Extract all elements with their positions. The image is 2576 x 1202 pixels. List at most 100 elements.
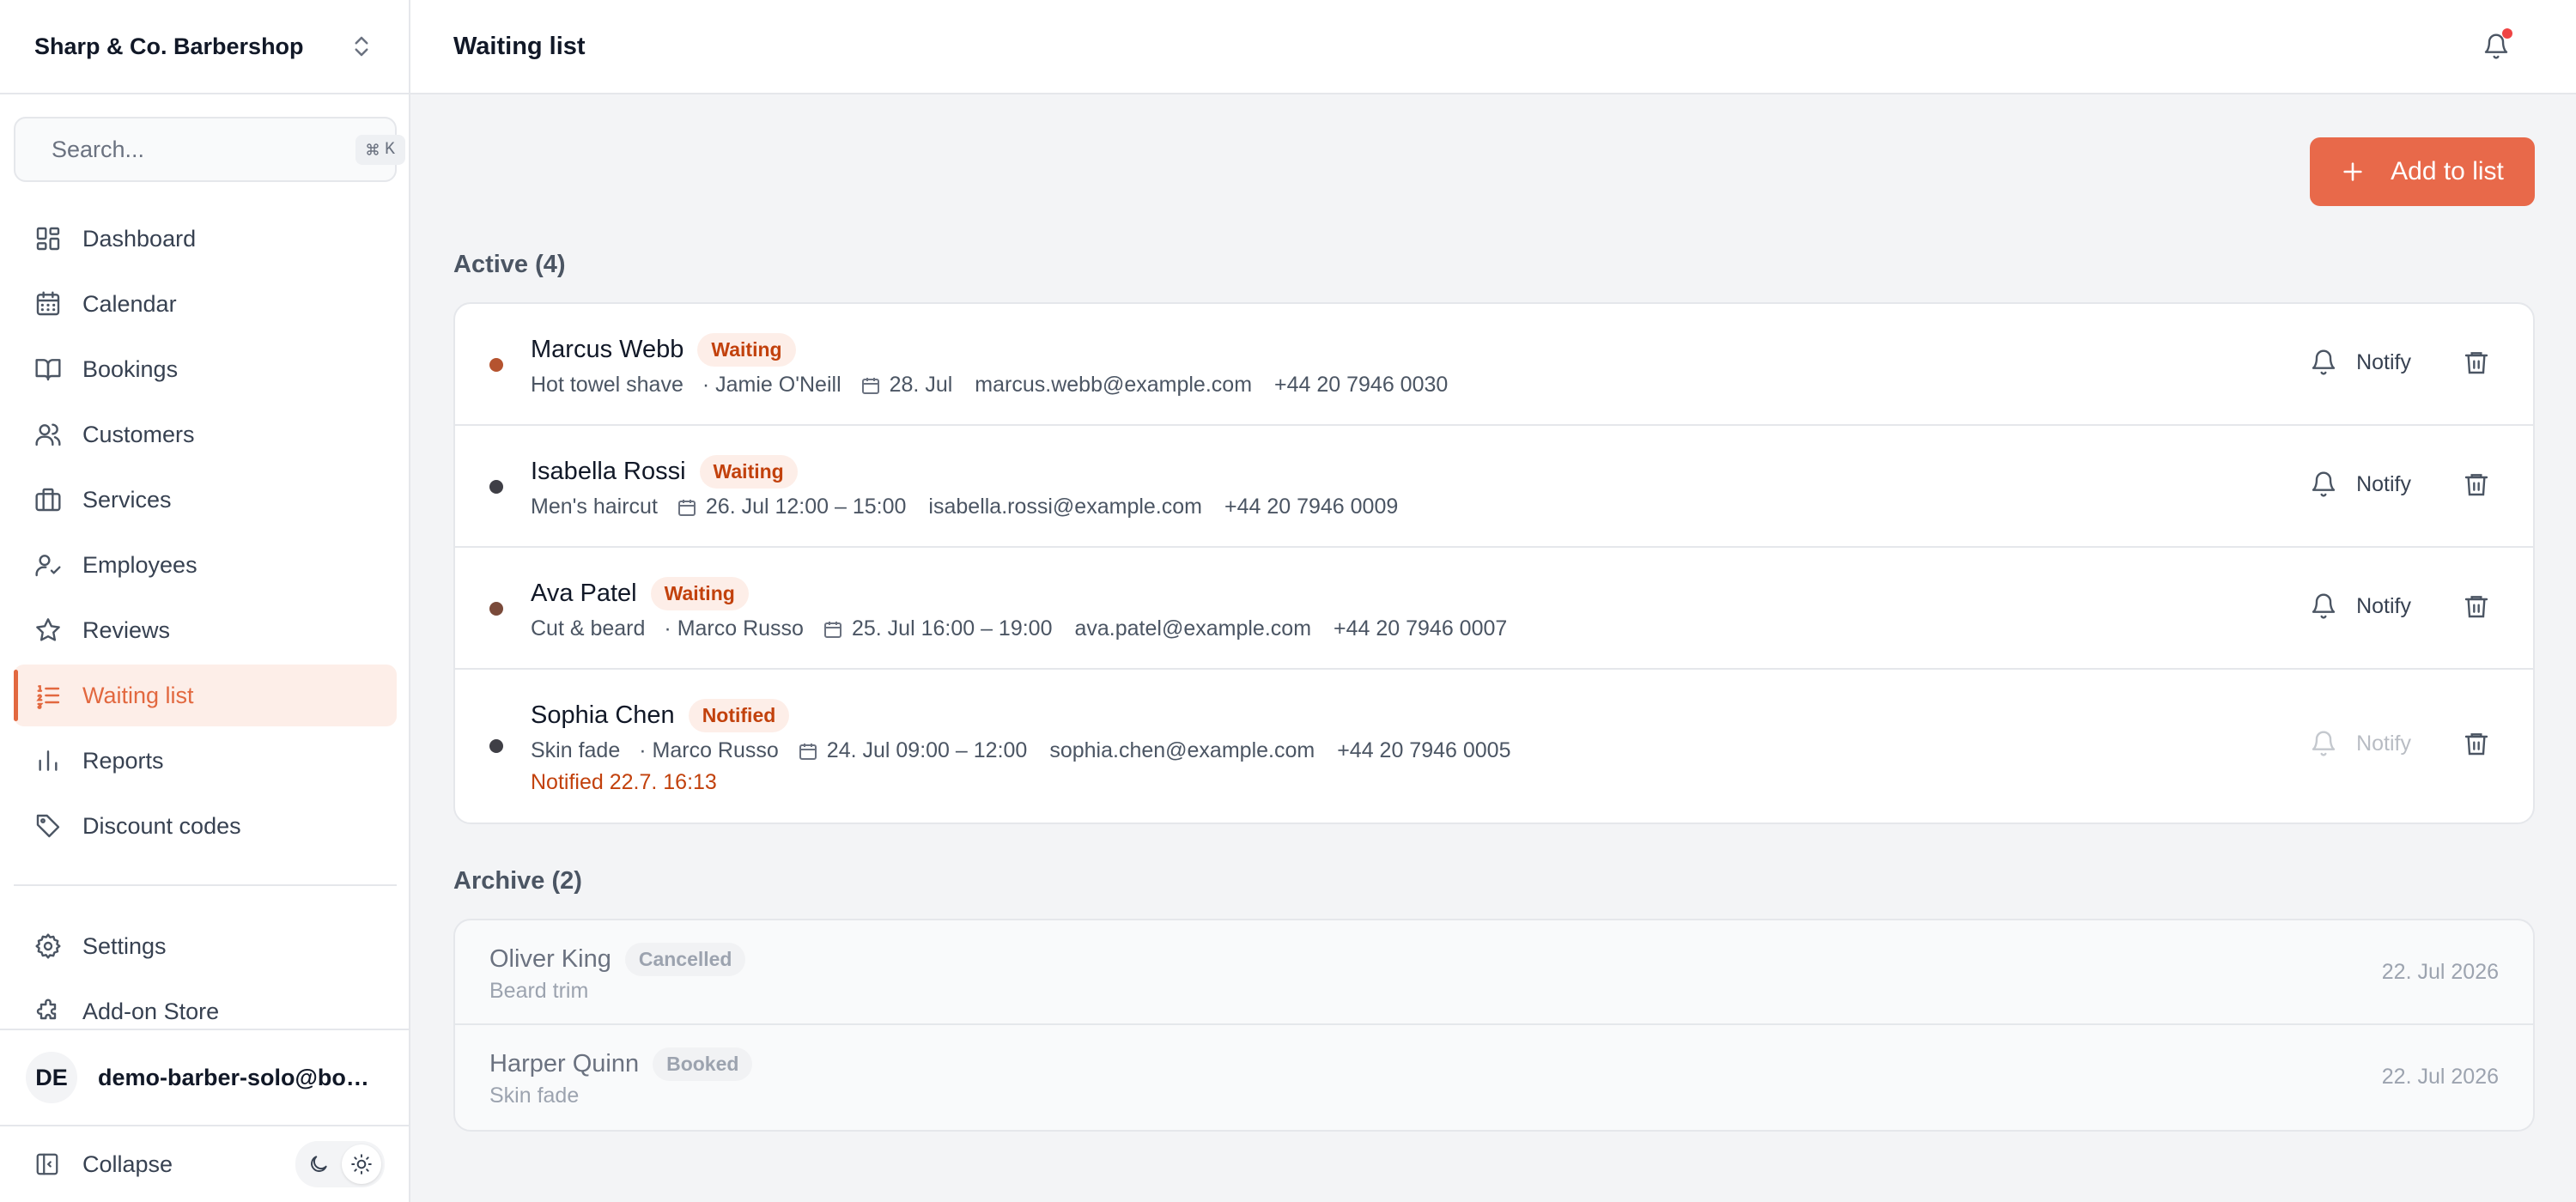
notify-button[interactable]: Notify xyxy=(2310,730,2411,757)
customer-email: isabella.rossi@example.com xyxy=(928,495,1202,519)
employee-name: · Jamie O'Neill xyxy=(702,373,841,397)
requested-date: 26. Jul 12:00 – 15:00 xyxy=(705,495,907,519)
dark-mode-button[interactable] xyxy=(299,1144,338,1184)
sidebar-item-label: Dashboard xyxy=(82,225,197,252)
customer-name: Ava Patel xyxy=(531,579,637,607)
sidebar-item-dashboard[interactable]: Dashboard xyxy=(14,208,397,270)
trash-icon[interactable] xyxy=(2463,349,2490,376)
list-item: Isabella Rossi Waiting Men's haircut 26.… xyxy=(455,426,2533,548)
trash-icon[interactable] xyxy=(2463,730,2490,757)
notify-button[interactable]: Notify xyxy=(2310,470,2411,498)
collapse-label: Collapse xyxy=(82,1150,173,1177)
theme-toggle xyxy=(295,1141,385,1187)
customer-phone: +44 20 7946 0009 xyxy=(1224,495,1399,519)
bell-icon xyxy=(2312,731,2336,756)
customer-name: Marcus Webb xyxy=(531,335,684,363)
sidebar-item-bookings[interactable]: Bookings xyxy=(14,338,397,400)
collapse-button[interactable]: Collapse xyxy=(34,1151,295,1178)
search-box[interactable]: K xyxy=(14,117,406,182)
service-name: Beard trim xyxy=(489,979,589,1003)
status-dot xyxy=(489,358,503,372)
archive-list: Oliver King Cancelled Beard trim 22. Jul… xyxy=(453,919,2535,1132)
list-item: Oliver King Cancelled Beard trim 22. Jul… xyxy=(455,920,2533,1025)
puzzle-icon xyxy=(36,999,57,1020)
sidebar-item-services[interactable]: Services xyxy=(14,469,397,531)
notify-label: Notify xyxy=(2356,349,2411,374)
status-dot xyxy=(489,602,503,616)
user-menu[interactable]: DE demo-barber-solo@booking.example xyxy=(0,1029,409,1126)
tag-icon xyxy=(36,814,60,838)
service-name: Men's haircut xyxy=(531,495,658,519)
sidebar-item-reports[interactable]: Reports xyxy=(14,730,397,792)
status-dot xyxy=(489,480,503,494)
add-to-list-button[interactable]: Add to list xyxy=(2310,137,2535,206)
nav-divider xyxy=(14,884,397,886)
light-mode-button[interactable] xyxy=(342,1144,381,1184)
shortcut-key: K xyxy=(385,139,396,160)
sidebar-item-employees[interactable]: Employees xyxy=(14,534,397,596)
gear-icon xyxy=(35,933,61,959)
archive-date: 22. Jul 2026 xyxy=(2381,960,2499,984)
command-icon xyxy=(367,143,379,155)
sidebar-item-customers[interactable]: Customers xyxy=(14,404,397,465)
page-title: Waiting list xyxy=(453,32,586,60)
add-to-list-label: Add to list xyxy=(2391,157,2504,185)
sun-icon xyxy=(351,1154,372,1175)
sidebar-item-label: Waiting list xyxy=(82,682,194,708)
main-nav: Dashboard Calendar Bookings Customers Se… xyxy=(14,208,397,860)
calendar-icon xyxy=(861,377,879,394)
list-item: Sophia Chen Notified Skin fade · Marco R… xyxy=(455,670,2533,823)
customer-phone: +44 20 7946 0030 xyxy=(1274,373,1449,397)
sidebar-item-settings[interactable]: Settings xyxy=(14,915,397,977)
notifications-button[interactable] xyxy=(2476,27,2516,66)
requested-date: 28. Jul xyxy=(889,373,953,397)
notify-label: Notify xyxy=(2356,593,2411,618)
customer-phone: +44 20 7946 0005 xyxy=(1337,738,1511,762)
sidebar-item-discount-codes[interactable]: Discount codes xyxy=(14,795,397,857)
sidebar-item-label: Reviews xyxy=(82,616,171,643)
sidebar-item-label: Customers xyxy=(82,421,195,447)
service-name: Skin fade xyxy=(531,738,621,762)
notification-dot xyxy=(2502,28,2512,39)
sidebar-item-label: Employees xyxy=(82,551,197,578)
trash-icon[interactable] xyxy=(2463,592,2490,620)
status-badge: Notified xyxy=(688,698,790,732)
customer-email: marcus.webb@example.com xyxy=(975,373,1253,397)
trash-icon[interactable] xyxy=(2463,470,2490,498)
employee-name: · Marco Russo xyxy=(639,738,779,762)
users-icon xyxy=(35,423,61,446)
sidebar-item-calendar[interactable]: Calendar xyxy=(14,273,397,335)
search-input[interactable] xyxy=(52,136,355,163)
service-name: Skin fade xyxy=(489,1084,580,1108)
status-badge: Waiting xyxy=(697,332,796,367)
sidebar-item-label: Reports xyxy=(82,747,164,774)
calendar-icon xyxy=(36,291,60,316)
notify-label: Notify xyxy=(2356,731,2411,756)
book-icon xyxy=(35,359,61,381)
list-item: Harper Quinn Booked Skin fade 22. Jul 20… xyxy=(455,1025,2533,1130)
requested-date: 25. Jul 16:00 – 19:00 xyxy=(851,616,1053,640)
customer-email: sophia.chen@example.com xyxy=(1049,738,1315,762)
requested-date: 24. Jul 09:00 – 12:00 xyxy=(826,738,1028,762)
notify-button[interactable]: Notify xyxy=(2310,349,2411,376)
plus-icon xyxy=(2343,162,2362,181)
bar-chart-icon xyxy=(39,750,58,771)
bell-icon xyxy=(2312,471,2336,497)
notify-button[interactable]: Notify xyxy=(2310,592,2411,620)
sidebar-item-label: Settings xyxy=(82,932,167,959)
secondary-nav: Settings Add-on Store xyxy=(14,915,397,1046)
workspace-name: Sharp & Co. Barbershop xyxy=(34,33,304,59)
sidebar-item-waiting-list[interactable]: Waiting list xyxy=(14,665,397,726)
notified-timestamp: Notified 22.7. 16:13 xyxy=(531,770,717,794)
sidebar-item-reviews[interactable]: Reviews xyxy=(14,599,397,661)
workspace-switcher[interactable]: Sharp & Co. Barbershop xyxy=(0,0,409,94)
customer-name: Isabella Rossi xyxy=(531,457,686,485)
notify-label: Notify xyxy=(2356,471,2411,496)
status-badge: Booked xyxy=(653,1047,753,1081)
list-item: Marcus Webb Waiting Hot towel shave · Ja… xyxy=(455,304,2533,426)
employee-name: · Marco Russo xyxy=(664,616,804,640)
chevrons-up-down-icon xyxy=(355,36,368,57)
status-dot xyxy=(489,739,503,753)
active-section-title: Active (4) xyxy=(453,251,566,278)
briefcase-icon xyxy=(35,488,61,512)
